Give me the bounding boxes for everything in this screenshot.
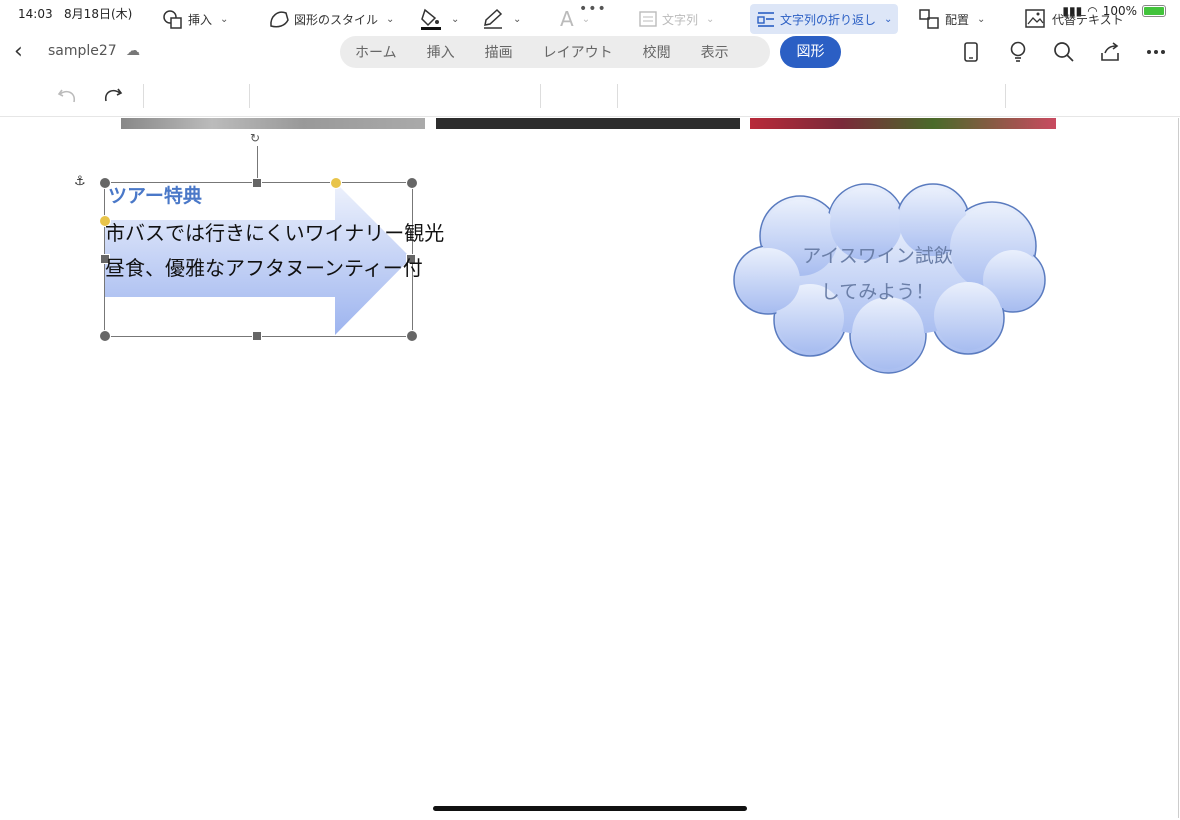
redo-icon[interactable] xyxy=(101,84,125,108)
outline-button[interactable]: ⌄ xyxy=(481,4,521,34)
photo-2[interactable] xyxy=(436,118,740,129)
tab-layout[interactable]: レイアウト xyxy=(528,42,628,62)
tab-home[interactable]: ホーム xyxy=(340,42,412,62)
toolbar-divider xyxy=(540,84,541,108)
toolbar-divider xyxy=(249,84,250,108)
fill-button[interactable]: ⌄ xyxy=(419,4,459,34)
tab-shape[interactable]: 図形 xyxy=(780,36,841,68)
tab-draw[interactable]: 描画 xyxy=(470,42,528,62)
search-icon[interactable] xyxy=(1053,41,1075,63)
text-label: 文字列 xyxy=(662,12,699,27)
resize-handle-top-right[interactable] xyxy=(406,177,418,189)
more-icon[interactable] xyxy=(1146,41,1168,63)
chevron-down-icon: ⌄ xyxy=(581,13,591,25)
chevron-down-icon: ⌄ xyxy=(513,13,522,25)
photo-3[interactable] xyxy=(750,118,1056,129)
arrange-label: 配置 xyxy=(945,12,970,27)
rotate-icon[interactable]: ↻ xyxy=(250,131,260,145)
body-line-1: 市バスでは行きにくいワイナリー観光 xyxy=(105,221,445,245)
title-bar: ‹ sample27 ☁ ホーム 挿入 描画 レイアウト 校閲 表示 xyxy=(0,30,1180,74)
toolbar-divider xyxy=(1005,84,1006,108)
insert-shape-button[interactable]: 挿入 ⌄ xyxy=(162,4,228,34)
shapes-icon xyxy=(163,10,182,29)
tab-view[interactable]: 表示 xyxy=(686,42,744,62)
chevron-down-icon: ⌄ xyxy=(706,13,715,25)
chevron-down-icon: ⌄ xyxy=(977,13,986,25)
text-effect-icon: A xyxy=(560,7,574,31)
alt-text-icon xyxy=(1025,9,1045,28)
alt-text-button[interactable]: 代替テキスト xyxy=(1024,4,1124,34)
share-icon[interactable] xyxy=(1099,41,1121,63)
phone-icon[interactable] xyxy=(962,41,980,63)
wrap-icon xyxy=(757,12,774,27)
tab-insert[interactable]: 挿入 xyxy=(412,42,470,62)
battery-icon xyxy=(1142,5,1166,17)
status-time: 14:03 8月18日(木) xyxy=(18,7,133,21)
shape-style-label: 図形のスタイル xyxy=(294,12,379,27)
chevron-down-icon: ⌄ xyxy=(386,13,395,25)
text-effect-button[interactable]: A ⌄ xyxy=(560,4,590,34)
chevron-down-icon: ⌄ xyxy=(451,13,460,25)
undo-icon[interactable] xyxy=(56,84,80,108)
cloud-text-line-1: アイスワイン試飲 xyxy=(802,245,953,267)
text-box-icon xyxy=(639,11,657,27)
back-icon[interactable]: ‹ xyxy=(14,39,23,64)
anchor-icon: ⚓ xyxy=(74,174,86,189)
resize-handle-bottom[interactable] xyxy=(252,331,262,341)
resize-handle-top[interactable] xyxy=(252,178,262,188)
text-button[interactable]: 文字列 ⌄ xyxy=(638,4,714,34)
document-name[interactable]: sample27 xyxy=(48,43,117,59)
pen-icon xyxy=(484,8,503,29)
photo-1[interactable] xyxy=(121,118,425,129)
cloud-text: アイスワイン試飲 してみよう！ xyxy=(790,238,965,310)
arrange-icon xyxy=(919,9,939,29)
alt-text-label: 代替テキスト xyxy=(1052,12,1124,27)
resize-handle-bottom-right[interactable] xyxy=(406,330,418,342)
lightbulb-icon[interactable] xyxy=(1008,41,1028,63)
shape-toolbar xyxy=(0,78,1180,117)
arrange-button[interactable]: 配置 ⌄ xyxy=(917,4,985,34)
resize-handle-bottom-left[interactable] xyxy=(99,330,111,342)
chevron-down-icon: ⌄ xyxy=(220,13,229,25)
tour-benefit-heading: ツアー特典 xyxy=(108,185,202,207)
toolbar-divider xyxy=(617,84,618,108)
rotate-line xyxy=(257,146,258,182)
body-line-2: 昼食、優雅なアフタヌーンティー付 xyxy=(105,256,423,280)
wrap-label: 文字列の折り返し xyxy=(780,12,877,27)
home-indicator[interactable] xyxy=(433,806,747,811)
chevron-down-icon: ⌄ xyxy=(884,13,893,25)
ribbon-tabs: ホーム 挿入 描画 レイアウト 校閲 表示 xyxy=(340,36,770,68)
tab-review[interactable]: 校閲 xyxy=(628,42,686,62)
insert-label: 挿入 xyxy=(188,12,213,27)
shape-style-button[interactable]: 図形のスタイル ⌄ xyxy=(268,4,394,34)
page-edge xyxy=(1178,118,1179,818)
cloud-sync-icon[interactable]: ☁ xyxy=(126,43,140,59)
wrap-text-button[interactable]: 文字列の折り返し ⌄ xyxy=(750,4,899,34)
fill-icon xyxy=(421,8,441,30)
toolbar-divider xyxy=(143,84,144,108)
cloud-text-line-2: してみよう！ xyxy=(820,281,935,303)
shape-style-icon xyxy=(270,11,289,28)
adjust-handle-head[interactable] xyxy=(330,177,342,189)
